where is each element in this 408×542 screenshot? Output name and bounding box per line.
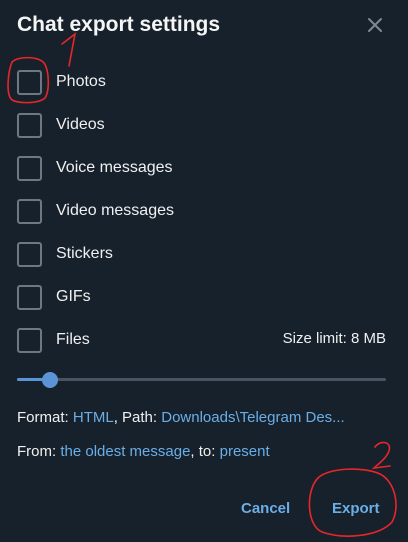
option-label: GIFs: [56, 288, 91, 305]
close-icon[interactable]: [364, 14, 386, 36]
option-gifs[interactable]: GIFs: [17, 284, 391, 310]
slider-thumb[interactable]: [42, 372, 59, 388]
format-link[interactable]: HTML: [73, 409, 114, 426]
dialog-title: Chat export settings: [17, 13, 221, 36]
cancel-button[interactable]: Cancel: [241, 500, 290, 517]
slider-track: [17, 378, 386, 381]
export-dialog: Chat export settings Photos Videos Voice…: [0, 0, 408, 542]
photos-checkbox[interactable]: [17, 69, 42, 95]
stickers-checkbox[interactable]: [17, 241, 42, 267]
files-checkbox[interactable]: [17, 327, 42, 353]
size-limit-slider[interactable]: [17, 370, 386, 390]
to-link[interactable]: present: [220, 443, 270, 460]
option-label: Video messages: [56, 202, 174, 219]
path-link[interactable]: Downloads\Telegram Des...: [161, 409, 344, 426]
videos-checkbox[interactable]: [17, 112, 42, 138]
from-label: From:: [17, 443, 57, 460]
video-messages-checkbox[interactable]: [17, 198, 42, 224]
voice-messages-checkbox[interactable]: [17, 155, 42, 181]
option-label: Stickers: [56, 245, 113, 262]
option-voice-messages[interactable]: Voice messages: [17, 155, 391, 181]
option-stickers[interactable]: Stickers: [17, 241, 391, 267]
path-label: Path:: [122, 409, 158, 426]
option-label: Voice messages: [56, 159, 173, 176]
separator: ,: [113, 409, 118, 426]
option-videos[interactable]: Videos: [17, 112, 391, 138]
option-files[interactable]: Files: [17, 327, 217, 353]
separator: ,: [190, 443, 195, 460]
gifs-checkbox[interactable]: [17, 284, 42, 310]
option-label: Photos: [56, 73, 106, 90]
option-photos[interactable]: Photos: [17, 69, 391, 95]
option-video-messages[interactable]: Video messages: [17, 198, 391, 224]
annotation-mark-1: [61, 32, 77, 67]
option-label: Files: [56, 331, 90, 348]
export-button[interactable]: Export: [332, 500, 380, 517]
format-path-line: Format: HTML, Path: Downloads\Telegram D…: [17, 409, 387, 426]
format-label: Format:: [17, 409, 69, 426]
from-link[interactable]: the oldest message: [60, 443, 190, 460]
to-label: to:: [198, 443, 216, 460]
date-range-line: From: the oldest message, to: present: [17, 443, 387, 460]
size-limit-label: Size limit: 8 MB: [282, 330, 386, 347]
option-label: Videos: [56, 116, 105, 133]
